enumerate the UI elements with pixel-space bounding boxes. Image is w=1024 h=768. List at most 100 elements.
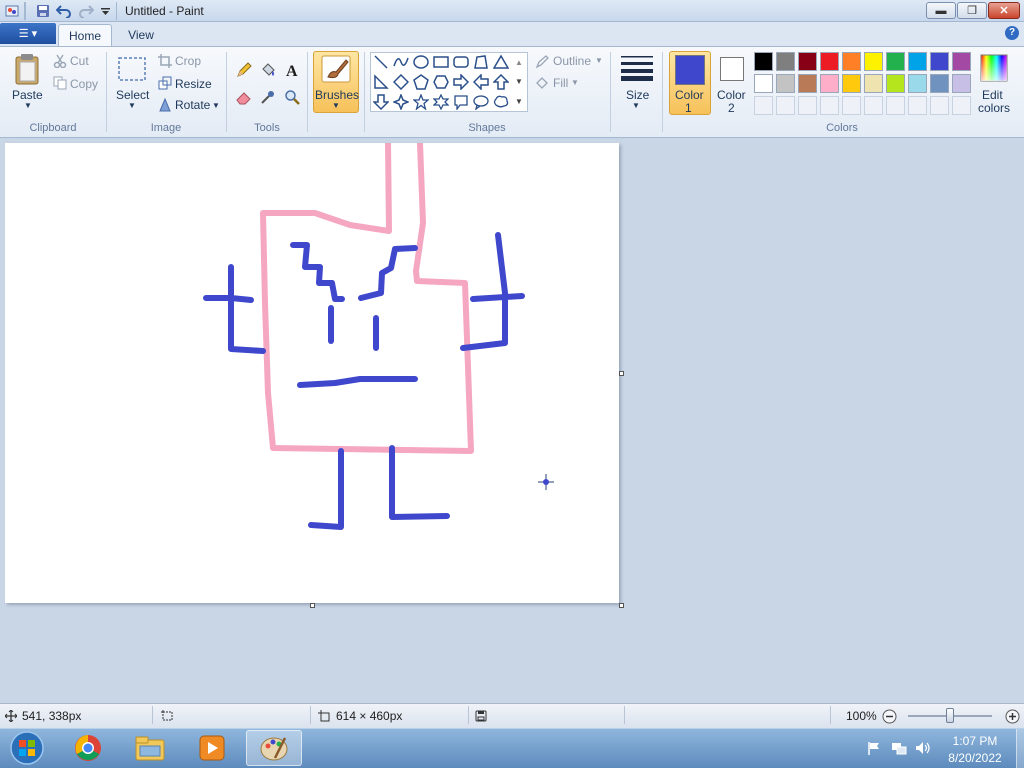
redo-icon[interactable]: [77, 2, 95, 20]
fill-dropdown-icon[interactable]: ▼: [571, 78, 579, 87]
hexagon-shape-icon[interactable]: [432, 73, 450, 91]
select-icon[interactable]: [116, 55, 148, 83]
line-size-icon[interactable]: [619, 53, 655, 83]
crop-button[interactable]: Crop: [175, 54, 201, 68]
shapes-more-icon[interactable]: ▼: [512, 94, 526, 108]
palette-swatch[interactable]: [908, 74, 927, 93]
rectangle-shape-icon[interactable]: [432, 53, 450, 71]
color2-label[interactable]: Color: [717, 88, 746, 102]
palette-swatch[interactable]: [886, 74, 905, 93]
rotate-button[interactable]: Rotate: [175, 98, 210, 112]
fill-bucket-icon[interactable]: [258, 60, 278, 80]
magnifier-icon[interactable]: [282, 87, 302, 107]
right-arrow-shape-icon[interactable]: [452, 73, 470, 91]
undo-icon[interactable]: [55, 2, 73, 20]
drawing-canvas[interactable]: [5, 140, 619, 603]
five-point-star-shape-icon[interactable]: [412, 93, 430, 111]
color2-label-number[interactable]: 2: [728, 101, 735, 115]
restore-button[interactable]: ❐: [957, 2, 987, 19]
copy-icon[interactable]: [52, 75, 68, 91]
polygon-shape-icon[interactable]: [472, 53, 490, 71]
resize-handle-corner[interactable]: [619, 603, 624, 608]
palette-swatch[interactable]: [754, 52, 773, 71]
palette-swatch[interactable]: [930, 52, 949, 71]
oval-shape-icon[interactable]: [412, 53, 430, 71]
edit-colors-label-line2[interactable]: colors: [978, 101, 1010, 115]
resize-handle-right[interactable]: [619, 371, 624, 376]
palette-swatch[interactable]: [820, 74, 839, 93]
six-point-star-shape-icon[interactable]: [432, 93, 450, 111]
palette-swatch[interactable]: [798, 74, 817, 93]
select-dropdown-icon[interactable]: ▼: [128, 101, 136, 110]
oval-callout-shape-icon[interactable]: [472, 93, 490, 111]
palette-custom-slot[interactable]: [930, 96, 949, 115]
paste-button[interactable]: Paste: [12, 88, 43, 102]
palette-custom-slot[interactable]: [886, 96, 905, 115]
rounded-rectangle-shape-icon[interactable]: [452, 53, 470, 71]
fill-button[interactable]: Fill: [553, 76, 568, 90]
text-tool-icon[interactable]: A: [282, 60, 302, 80]
palette-swatch[interactable]: [952, 52, 971, 71]
eraser-icon[interactable]: [234, 87, 254, 107]
diamond-shape-icon[interactable]: [392, 73, 410, 91]
palette-custom-slot[interactable]: [820, 96, 839, 115]
palette-swatch[interactable]: [776, 74, 795, 93]
curve-shape-icon[interactable]: [392, 53, 410, 71]
taskbar-paint-icon[interactable]: [246, 730, 302, 766]
palette-swatch[interactable]: [930, 74, 949, 93]
pentagon-shape-icon[interactable]: [412, 73, 430, 91]
show-desktop-button[interactable]: [1016, 729, 1024, 768]
palette-custom-slot[interactable]: [776, 96, 795, 115]
outline-icon[interactable]: [534, 54, 550, 70]
crop-icon[interactable]: [157, 53, 173, 69]
palette-swatch[interactable]: [842, 74, 861, 93]
rotate-dropdown-icon[interactable]: ▼: [212, 101, 220, 110]
save-icon[interactable]: [34, 2, 52, 20]
pencil-icon[interactable]: [234, 60, 254, 80]
palette-swatch[interactable]: [754, 74, 773, 93]
taskbar-media-player-icon[interactable]: [184, 730, 240, 766]
help-icon[interactable]: ?: [1005, 26, 1019, 40]
down-arrow-shape-icon[interactable]: [372, 93, 390, 111]
palette-custom-slot[interactable]: [952, 96, 971, 115]
select-button[interactable]: Select: [116, 88, 149, 102]
resize-handle-bottom[interactable]: [310, 603, 315, 608]
zoom-out-icon[interactable]: [881, 708, 897, 724]
palette-swatch[interactable]: [864, 74, 883, 93]
palette-swatch[interactable]: [886, 52, 905, 71]
four-point-star-shape-icon[interactable]: [392, 93, 410, 111]
palette-swatch[interactable]: [842, 52, 861, 71]
rotate-icon[interactable]: [157, 97, 173, 113]
color-picker-icon[interactable]: [258, 87, 278, 107]
palette-custom-slot[interactable]: [908, 96, 927, 115]
color2-swatch[interactable]: [720, 57, 744, 81]
cut-icon[interactable]: [52, 53, 68, 69]
taskbar-clock-time[interactable]: 1:07 PM: [940, 734, 1010, 748]
outline-button[interactable]: Outline: [553, 54, 591, 68]
shapes-scroll-up-icon[interactable]: ▲: [512, 55, 526, 69]
action-center-flag-icon[interactable]: [866, 740, 882, 756]
palette-swatch[interactable]: [908, 52, 927, 71]
size-dropdown-icon[interactable]: ▼: [632, 101, 640, 110]
paste-dropdown-icon[interactable]: ▼: [24, 101, 32, 110]
zoom-slider-thumb[interactable]: [946, 708, 954, 723]
copy-button[interactable]: Copy: [70, 77, 98, 91]
resize-button[interactable]: Resize: [175, 77, 212, 91]
close-button[interactable]: ✕: [988, 2, 1020, 19]
cloud-callout-shape-icon[interactable]: [492, 93, 510, 111]
palette-swatch[interactable]: [776, 52, 795, 71]
palette-custom-slot[interactable]: [864, 96, 883, 115]
resize-icon[interactable]: [157, 75, 173, 91]
shapes-scroll-down-icon[interactable]: ▼: [512, 74, 526, 88]
up-arrow-shape-icon[interactable]: [492, 73, 510, 91]
customize-toolbar-icon[interactable]: [99, 2, 111, 20]
brushes-dropdown-icon[interactable]: ▼: [332, 101, 340, 110]
paint-menu-button[interactable]: ☰ ▾: [0, 23, 56, 44]
cut-button[interactable]: Cut: [70, 54, 89, 68]
taskbar-chrome-icon[interactable]: [60, 730, 116, 766]
left-arrow-shape-icon[interactable]: [472, 73, 490, 91]
palette-custom-slot[interactable]: [754, 96, 773, 115]
palette-swatch[interactable]: [820, 52, 839, 71]
tab-home[interactable]: Home: [58, 24, 112, 46]
paste-icon[interactable]: [12, 52, 42, 86]
